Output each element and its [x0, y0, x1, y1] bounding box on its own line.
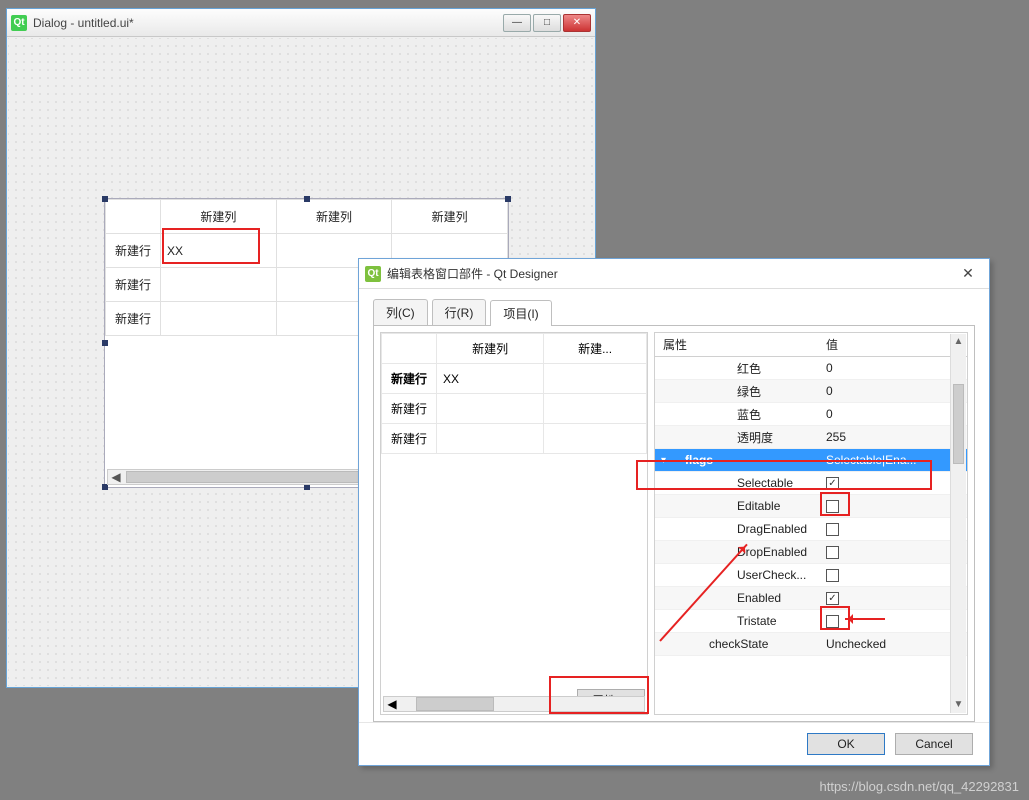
- h-scrollbar[interactable]: ◀: [383, 696, 645, 712]
- qt-designer-icon: Qt: [365, 266, 381, 282]
- window-title: Dialog - untitled.ui*: [33, 16, 503, 30]
- checkbox-dropenabled[interactable]: [826, 546, 839, 559]
- row-header[interactable]: 新建行: [106, 234, 161, 268]
- cancel-button[interactable]: Cancel: [895, 733, 973, 755]
- row-header[interactable]: 新建行: [106, 268, 161, 302]
- col-header[interactable]: 新建列: [161, 200, 277, 234]
- v-scrollbar[interactable]: ▲ ▼: [950, 334, 966, 713]
- items-preview: 新建列 新建... 新建行 XX 新建行 新建行: [380, 332, 648, 715]
- qt-icon: Qt: [11, 15, 27, 31]
- cell[interactable]: [544, 364, 647, 394]
- chevron-down-icon[interactable]: ▾: [661, 455, 677, 466]
- col-value: 值: [820, 336, 967, 353]
- row-header[interactable]: 新建行: [382, 364, 437, 394]
- checkbox-dragenabled[interactable]: [826, 523, 839, 536]
- col-header[interactable]: 新建列: [392, 200, 508, 234]
- col-header[interactable]: 新建列: [437, 334, 544, 364]
- row-header[interactable]: 新建行: [106, 302, 161, 336]
- close-button[interactable]: ✕: [563, 14, 591, 32]
- minimize-button[interactable]: —: [503, 14, 531, 32]
- cell[interactable]: [161, 268, 277, 302]
- tab-rows[interactable]: 行(R): [432, 299, 487, 325]
- row-header[interactable]: 新建行: [382, 394, 437, 424]
- close-icon[interactable]: ✕: [953, 265, 983, 282]
- table-editor-dialog: Qt 编辑表格窗口部件 - Qt Designer ✕ 列(C) 行(R) 项目…: [358, 258, 990, 766]
- cell[interactable]: XX: [161, 234, 277, 268]
- dialog-title: 编辑表格窗口部件 - Qt Designer: [387, 265, 953, 282]
- property-list: 属性 值 红色0 绿色0 蓝色0 透明度255 ▾ flags Selectab…: [654, 332, 968, 715]
- col-property: 属性: [655, 336, 820, 353]
- tab-columns[interactable]: 列(C): [373, 299, 428, 325]
- watermark: https://blog.csdn.net/qq_42292831: [820, 779, 1020, 794]
- checkbox-tristate[interactable]: [826, 615, 839, 628]
- row-header[interactable]: 新建行: [382, 424, 437, 454]
- checkbox-enabled[interactable]: ✓: [826, 592, 839, 605]
- checkbox-selectable[interactable]: ✓: [826, 477, 839, 490]
- cell[interactable]: XX: [437, 364, 544, 394]
- col-header[interactable]: 新建列: [276, 200, 392, 234]
- checkbox-editable[interactable]: [826, 500, 839, 513]
- ok-button[interactable]: OK: [807, 733, 885, 755]
- maximize-button[interactable]: □: [533, 14, 561, 32]
- tab-items[interactable]: 项目(I): [490, 300, 551, 326]
- col-header[interactable]: 新建...: [544, 334, 647, 364]
- cell[interactable]: [161, 302, 277, 336]
- property-flags: ▾ flags Selectable|Ena...: [655, 449, 967, 472]
- checkbox-usercheckable[interactable]: [826, 569, 839, 582]
